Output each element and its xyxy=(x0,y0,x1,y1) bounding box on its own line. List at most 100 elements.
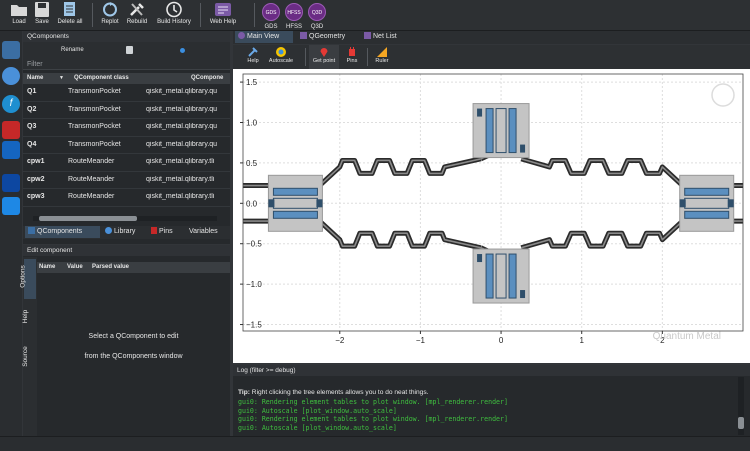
table-row[interactable]: cpw1 RouteMeander qiskit_metal.qlibrary.tl… xyxy=(23,154,230,172)
thumbs-up-icon[interactable] xyxy=(2,67,20,85)
qubit-pad xyxy=(508,253,517,299)
table-row[interactable]: cpw3 RouteMeander qiskit_metal.qlibrary.tl… xyxy=(23,189,230,207)
plot-area[interactable]: −2 −1 0 1 2 1.5 1.0 0.5 0.0 −0.5 −1.0 −1.5 Quantum … xyxy=(233,69,750,363)
x-tick-label: −1 xyxy=(416,336,426,345)
watermark-text: Quantum Metal xyxy=(653,331,721,342)
horizontal-scrollbar[interactable] xyxy=(33,216,217,221)
column-header-value[interactable]: Value xyxy=(67,264,83,270)
qubit-coupler xyxy=(520,144,526,153)
dot-icon[interactable] xyxy=(180,48,185,53)
gds-icon: GDS xyxy=(262,3,280,21)
web-help-button[interactable]: Web Help xyxy=(206,1,240,30)
toolbar-separator xyxy=(200,3,201,27)
column-header-parsed[interactable]: Parsed value xyxy=(92,264,129,270)
tab-qgeometry[interactable]: QGeometry xyxy=(297,31,357,43)
save-button[interactable]: Save xyxy=(32,1,52,30)
gds-export-button[interactable]: GDS GDS xyxy=(260,1,282,30)
y-tick-label: 1.5 xyxy=(246,78,258,87)
autoscale-icon xyxy=(276,47,286,57)
globe-icon xyxy=(711,83,735,107)
tab-options[interactable]: Options xyxy=(20,259,36,299)
q3d-icon: Q3D xyxy=(308,3,326,21)
filter-input[interactable]: Filter xyxy=(23,60,230,70)
qubit-pad xyxy=(684,210,730,219)
chip-layout-chart[interactable]: −2 −1 0 1 21.51.00.50.0−0.5−1.0−1.5 Quantum … xyxy=(233,69,750,363)
x-tick-label: 1 xyxy=(579,336,584,345)
qubit-coupler xyxy=(520,290,526,299)
replot-button[interactable]: Replot xyxy=(98,1,122,30)
cell-name: cpw1 xyxy=(27,158,45,165)
tab-label: Library xyxy=(114,228,136,235)
map-pin-icon xyxy=(320,48,328,57)
cell-name: cpw3 xyxy=(27,193,45,200)
tab-label: Pins xyxy=(159,228,173,235)
tool-label: Ruler xyxy=(375,58,389,64)
function-icon[interactable]: f xyxy=(2,95,20,113)
table-row[interactable]: cpw2 RouteMeander qiskit_metal.qlibrary.tl… xyxy=(23,172,230,189)
log-scrollbar[interactable] xyxy=(738,377,744,435)
help-button[interactable]: Help xyxy=(241,45,265,69)
qubit-pad xyxy=(508,108,517,154)
cell-class: RouteMeander xyxy=(68,193,115,200)
tab-library[interactable]: Library xyxy=(102,226,146,238)
table-row[interactable]: Q4 TransmonPocket qiskit_metal.qlibrary.qu xyxy=(23,137,230,154)
cell-module: qiskit_metal.qlibrary.qu xyxy=(146,140,218,148)
plug-icon xyxy=(349,47,355,56)
column-header-class[interactable]: QComponent class xyxy=(74,75,129,81)
cell-class: RouteMeander xyxy=(68,158,115,165)
cell-module: qiskit_metal.qlibrary.tli xyxy=(146,175,215,183)
help-icon xyxy=(248,47,258,57)
trash-icon[interactable] xyxy=(126,46,133,54)
edit-table-header: Name Value Parsed value xyxy=(37,262,230,273)
tab-net-list[interactable]: Net List xyxy=(361,31,411,43)
autoscale-button[interactable]: Autoscale xyxy=(265,45,297,69)
table-row[interactable]: Q3 TransmonPocket qiskit_metal.qlibrary.qu xyxy=(23,119,230,137)
tool-separator xyxy=(305,48,306,66)
screenshot-icon[interactable] xyxy=(2,197,20,215)
qcomponents-icon[interactable] xyxy=(2,41,20,59)
cell-name: Q1 xyxy=(27,88,37,95)
tab-variables[interactable]: Variables xyxy=(186,226,229,238)
qubit-q2 xyxy=(472,103,530,159)
ruler-button[interactable]: Ruler xyxy=(371,45,393,69)
column-header-name[interactable]: Name xyxy=(39,264,55,270)
get-point-button[interactable]: Get point xyxy=(309,45,339,69)
tab-label: Options xyxy=(19,265,27,288)
scrollbar-thumb[interactable] xyxy=(39,216,137,221)
plot-toolbar: Help Autoscale Get point Pins Ruler xyxy=(233,45,750,69)
pins-button[interactable]: Pins xyxy=(341,45,363,69)
column-header-module[interactable]: QCompone xyxy=(191,75,223,81)
tool-label: Get point xyxy=(312,58,336,64)
rename-button[interactable]: Rename xyxy=(61,47,84,53)
q3d-export-button[interactable]: Q3D Q3D xyxy=(306,1,328,30)
plug-icon[interactable] xyxy=(2,121,20,139)
build-history-button[interactable]: Build History xyxy=(153,1,195,30)
qubit-coupler xyxy=(477,108,483,117)
tab-main-view[interactable]: Main View xyxy=(235,31,293,43)
tab-label: Variables xyxy=(189,228,218,235)
column-header-name[interactable]: Name xyxy=(27,75,43,81)
tab-qcomponents[interactable]: QComponents xyxy=(25,226,100,238)
qubit-pad xyxy=(272,210,318,219)
scrollbar-thumb[interactable] xyxy=(738,417,744,429)
delete-all-button[interactable]: Delete all xyxy=(54,1,86,30)
tab-source[interactable]: Source xyxy=(22,337,36,381)
tab-pins[interactable]: Pins xyxy=(148,226,184,238)
qubit-coupler xyxy=(477,254,483,263)
table-row[interactable]: Q2 TransmonPocket qiskit_metal.qlibrary.qu xyxy=(23,102,230,119)
rebuild-button[interactable]: Rebuild xyxy=(124,1,150,30)
table-row[interactable]: Q1 TransmonPocket qiskit_metal.qlibrary.qu xyxy=(23,84,230,102)
log-line: gui0: Rendering element tables to plot w… xyxy=(238,398,508,406)
tab-label: QGeometry xyxy=(309,33,346,40)
cell-module: qiskit_metal.qlibrary.tli xyxy=(146,193,215,200)
rebuild-icon xyxy=(130,3,144,16)
sort-arrow-icon: ▼ xyxy=(59,75,64,81)
hfss-export-button[interactable]: HFSS HFSS xyxy=(283,1,305,30)
toolbar-separator xyxy=(92,3,93,27)
tab-help[interactable]: Help xyxy=(22,303,36,333)
cell-module: qiskit_metal.qlibrary.tli xyxy=(146,158,215,165)
replot-icon xyxy=(103,2,117,17)
load-button[interactable]: Load xyxy=(6,1,32,30)
library-icon[interactable] xyxy=(2,141,20,159)
grid-icon[interactable] xyxy=(2,174,20,192)
